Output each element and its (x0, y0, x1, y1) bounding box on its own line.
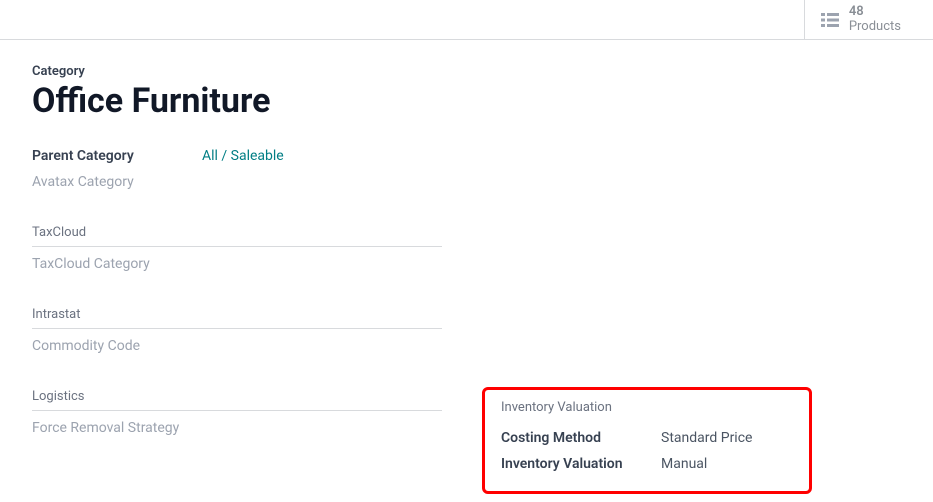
products-button-text: 48 Products (849, 5, 901, 35)
taxcloud-section-title: TaxCloud (32, 225, 442, 247)
inventory-valuation-section-title: Inventory Valuation (501, 400, 793, 415)
taxcloud-category-label: TaxCloud Category (32, 256, 202, 272)
content: Category Office Furniture Parent Categor… (0, 40, 933, 494)
parent-category-value[interactable]: All / Saleable (202, 148, 284, 164)
force-removal-field[interactable]: Force Removal Strategy (32, 415, 442, 441)
list-icon (821, 13, 839, 27)
parent-category-field: Parent Category All / Saleable (32, 143, 442, 169)
products-count: 48 (849, 5, 901, 20)
logistics-section-title: Logistics (32, 389, 442, 411)
intrastat-section-title: Intrastat (32, 307, 442, 329)
products-label: Products (849, 20, 901, 35)
commodity-code-field[interactable]: Commodity Code (32, 333, 442, 359)
commodity-code-label: Commodity Code (32, 338, 202, 354)
inventory-valuation-value[interactable]: Manual (661, 456, 707, 472)
costing-method-label: Costing Method (501, 430, 661, 446)
avatax-category-field[interactable]: Avatax Category (32, 169, 442, 195)
costing-method-field: Costing Method Standard Price (501, 425, 793, 451)
left-column: Parent Category All / Saleable Avatax Ca… (32, 143, 442, 494)
inventory-valuation-field: Inventory Valuation Manual (501, 451, 793, 477)
avatax-category-label: Avatax Category (32, 174, 202, 190)
category-label: Category (32, 64, 901, 79)
force-removal-label: Force Removal Strategy (32, 420, 202, 436)
right-column: Inventory Valuation Costing Method Stand… (482, 143, 901, 494)
parent-category-label: Parent Category (32, 148, 202, 164)
costing-method-value[interactable]: Standard Price (661, 430, 752, 446)
taxcloud-category-field[interactable]: TaxCloud Category (32, 251, 442, 277)
form-columns: Parent Category All / Saleable Avatax Ca… (32, 143, 901, 494)
inventory-valuation-highlight: Inventory Valuation Costing Method Stand… (482, 387, 812, 494)
top-bar: 48 Products (0, 0, 933, 40)
products-button[interactable]: 48 Products (804, 0, 901, 39)
inventory-valuation-label: Inventory Valuation (501, 456, 661, 472)
page-title: Office Furniture (32, 81, 901, 121)
